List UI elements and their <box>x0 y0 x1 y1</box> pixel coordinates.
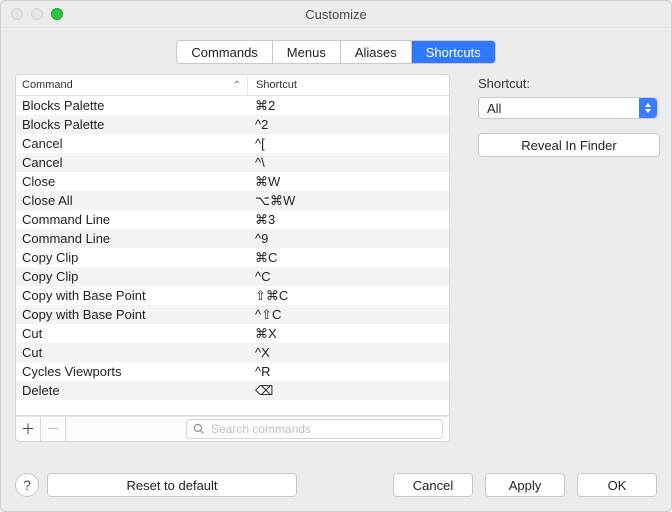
apply-button[interactable]: Apply <box>485 473 565 497</box>
search-field[interactable] <box>186 419 443 439</box>
cell-command: Cancel <box>16 136 247 151</box>
cell-shortcut: ^R <box>247 364 449 379</box>
cell-shortcut: ^9 <box>247 231 449 246</box>
shortcut-filter-value: All <box>487 101 501 116</box>
table-row[interactable]: Delete⌫ <box>16 381 449 400</box>
cell-command: Cut <box>16 345 247 360</box>
table-row[interactable]: Cut⌘X <box>16 324 449 343</box>
minimize-icon[interactable] <box>31 8 43 20</box>
table-row[interactable]: Blocks Palette⌘2 <box>16 96 449 115</box>
tab-menus[interactable]: Menus <box>273 41 341 63</box>
cell-command: Cycles Viewports <box>16 364 247 379</box>
cell-shortcut: ⌫ <box>247 383 449 399</box>
dropdown-arrows-icon <box>639 98 657 118</box>
cell-shortcut: ⌘C <box>247 250 449 266</box>
cell-shortcut: ⌥⌘W <box>247 193 449 209</box>
cell-command: Cut <box>16 326 247 341</box>
column-shortcut[interactable]: Shortcut <box>248 79 449 91</box>
shortcut-filter-label: Shortcut: <box>478 76 660 91</box>
cell-shortcut: ⌘X <box>247 326 449 342</box>
cell-command: Blocks Palette <box>16 117 247 132</box>
tab-bar: Commands Menus Aliases Shortcuts <box>176 40 495 64</box>
cell-command: Delete <box>16 383 247 398</box>
cell-shortcut: ^⇧C <box>247 307 449 323</box>
table-row[interactable]: Command Line⌘3 <box>16 210 449 229</box>
cell-command: Cancel <box>16 155 247 170</box>
table-header: Command ⌃ Shortcut <box>16 75 449 96</box>
column-command-label: Command <box>22 79 73 91</box>
tab-commands[interactable]: Commands <box>177 41 272 63</box>
table-row[interactable]: Close⌘W <box>16 172 449 191</box>
table-row[interactable]: Cycles Viewports^R <box>16 362 449 381</box>
table-row[interactable]: Copy Clip^C <box>16 267 449 286</box>
cell-command: Blocks Palette <box>16 98 247 113</box>
cell-shortcut: ⌘3 <box>247 212 449 228</box>
table-row[interactable]: Blocks Palette^2 <box>16 115 449 134</box>
cell-shortcut: ^[ <box>247 136 449 151</box>
search-input[interactable] <box>209 421 436 437</box>
cell-shortcut: ^\ <box>247 155 449 170</box>
remove-button[interactable]: － <box>41 417 66 441</box>
close-icon[interactable] <box>11 8 23 20</box>
table-row[interactable]: Cancel^\ <box>16 153 449 172</box>
zoom-icon[interactable] <box>51 8 63 20</box>
cell-command: Copy with Base Point <box>16 307 247 322</box>
table-footer: ＋ － <box>15 416 450 442</box>
cell-shortcut: ^X <box>247 345 449 360</box>
table-row[interactable]: Copy Clip⌘C <box>16 248 449 267</box>
table-row[interactable]: Close All⌥⌘W <box>16 191 449 210</box>
shortcut-filter-popup[interactable]: All <box>478 97 658 119</box>
window-title: Customize <box>1 7 671 22</box>
cell-command: Command Line <box>16 231 247 246</box>
footer: ? Reset to default Cancel Apply OK <box>1 473 671 497</box>
cell-command: Close All <box>16 193 247 208</box>
help-button[interactable]: ? <box>15 473 39 497</box>
column-command[interactable]: Command ⌃ <box>16 75 248 95</box>
table-row[interactable]: Command Line^9 <box>16 229 449 248</box>
reveal-in-finder-button[interactable]: Reveal In Finder <box>478 133 660 157</box>
cell-shortcut: ^2 <box>247 117 449 132</box>
cell-command: Close <box>16 174 247 189</box>
sort-indicator-icon: ⌃ <box>233 80 241 91</box>
tab-shortcuts[interactable]: Shortcuts <box>412 41 495 63</box>
cancel-button[interactable]: Cancel <box>393 473 473 497</box>
table-row[interactable]: Cancel^[ <box>16 134 449 153</box>
cell-shortcut: ⇧⌘C <box>247 288 449 304</box>
add-button[interactable]: ＋ <box>16 417 41 441</box>
cell-command: Copy Clip <box>16 250 247 265</box>
table-row[interactable] <box>16 400 449 415</box>
cell-command: Copy with Base Point <box>16 288 247 303</box>
window-controls <box>11 8 63 20</box>
titlebar: Customize <box>1 1 671 28</box>
cell-shortcut: ⌘W <box>247 174 449 190</box>
ok-button[interactable]: OK <box>577 473 657 497</box>
reset-to-default-button[interactable]: Reset to default <box>47 473 297 497</box>
cell-shortcut: ⌘2 <box>247 98 449 114</box>
table-row[interactable]: Copy with Base Point⇧⌘C <box>16 286 449 305</box>
shortcuts-table: Command ⌃ Shortcut Blocks Palette⌘2Block… <box>15 74 450 416</box>
customize-window: Customize Commands Menus Aliases Shortcu… <box>0 0 672 512</box>
cell-command: Command Line <box>16 212 247 227</box>
search-icon <box>193 423 205 435</box>
tab-aliases[interactable]: Aliases <box>341 41 412 63</box>
cell-shortcut: ^C <box>247 269 449 284</box>
cell-command: Copy Clip <box>16 269 247 284</box>
table-row[interactable]: Copy with Base Point^⇧C <box>16 305 449 324</box>
table-row[interactable]: Cut^X <box>16 343 449 362</box>
